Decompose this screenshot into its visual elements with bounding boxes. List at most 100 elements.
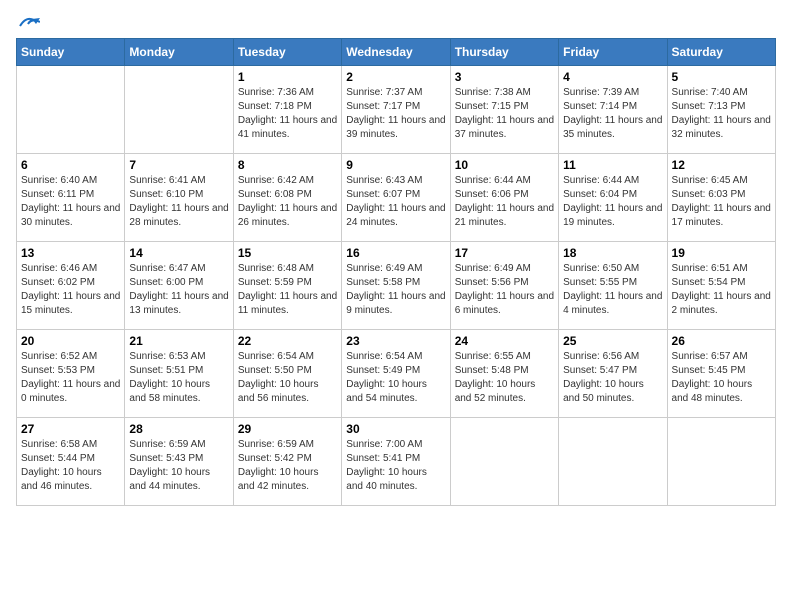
day-cell [450,418,558,506]
col-header-tuesday: Tuesday [233,39,341,66]
day-cell: 25 Sunrise: 6:56 AMSunset: 5:47 PMDayligh… [559,330,667,418]
day-cell: 9 Sunrise: 6:43 AMSunset: 6:07 PMDaylight… [342,154,450,242]
day-number: 8 [238,158,337,172]
day-cell: 6 Sunrise: 6:40 AMSunset: 6:11 PMDaylight… [17,154,125,242]
day-number: 16 [346,246,445,260]
day-cell: 3 Sunrise: 7:38 AMSunset: 7:15 PMDaylight… [450,66,558,154]
day-cell: 10Sunrise: 6:44 AMSunset: 6:06 PMDayligh… [450,154,558,242]
day-number: 30 [346,422,445,436]
day-cell: 7 Sunrise: 6:41 AMSunset: 6:10 PMDaylight… [125,154,233,242]
day-cell: 29 Sunrise: 6:59 AMSunset: 5:42 PMDayligh… [233,418,341,506]
day-info: Sunrise: 6:52 AMSunset: 5:53 PMDaylight:… [21,350,120,406]
day-number: 10 [455,158,554,172]
day-info: Sunrise: 6:51 AMSunset: 5:54 PMDaylight:… [672,262,771,318]
day-cell: 16 Sunrise: 6:49 AMSunset: 5:58 PMDayligh… [342,242,450,330]
day-cell: 22 Sunrise: 6:54 AMSunset: 5:50 PMDayligh… [233,330,341,418]
day-number: 19 [672,246,771,260]
day-cell: 19 Sunrise: 6:51 AMSunset: 5:54 PMDayligh… [667,242,775,330]
day-info: Sunrise: 6:59 AMSunset: 5:43 PMDaylight:… [129,438,228,494]
day-cell: 12Sunrise: 6:45 AMSunset: 6:03 PMDayligh… [667,154,775,242]
day-info: Sunrise: 6:42 AMSunset: 6:08 PMDaylight:… [238,174,337,230]
day-info: Sunrise: 6:49 AMSunset: 5:56 PMDaylight:… [455,262,554,318]
day-cell: 21 Sunrise: 6:53 AMSunset: 5:51 PMDayligh… [125,330,233,418]
day-info: Sunrise: 6:47 AMSunset: 6:00 PMDaylight:… [129,262,228,318]
day-info: Sunrise: 6:55 AMSunset: 5:48 PMDaylight:… [455,350,554,406]
col-header-friday: Friday [559,39,667,66]
day-info: Sunrise: 6:56 AMSunset: 5:47 PMDaylight:… [563,350,662,406]
day-number: 22 [238,334,337,348]
day-number: 26 [672,334,771,348]
day-info: Sunrise: 7:40 AMSunset: 7:13 PMDaylight:… [672,86,771,142]
day-cell: 30 Sunrise: 7:00 AMSunset: 5:41 PMDayligh… [342,418,450,506]
week-row-2: 6 Sunrise: 6:40 AMSunset: 6:11 PMDaylight… [17,154,776,242]
day-info: Sunrise: 6:54 AMSunset: 5:49 PMDaylight:… [346,350,445,406]
day-info: Sunrise: 7:00 AMSunset: 5:41 PMDaylight:… [346,438,445,494]
day-number: 11 [563,158,662,172]
day-cell: 18 Sunrise: 6:50 AMSunset: 5:55 PMDayligh… [559,242,667,330]
day-info: Sunrise: 6:59 AMSunset: 5:42 PMDaylight:… [238,438,337,494]
day-number: 20 [21,334,120,348]
day-number: 23 [346,334,445,348]
day-number: 6 [21,158,120,172]
day-info: Sunrise: 6:43 AMSunset: 6:07 PMDaylight:… [346,174,445,230]
day-cell: 13Sunrise: 6:46 AMSunset: 6:02 PMDayligh… [17,242,125,330]
col-header-saturday: Saturday [667,39,775,66]
day-cell [125,66,233,154]
col-header-monday: Monday [125,39,233,66]
day-cell: 11Sunrise: 6:44 AMSunset: 6:04 PMDayligh… [559,154,667,242]
day-cell [559,418,667,506]
day-cell: 5 Sunrise: 7:40 AMSunset: 7:13 PMDaylight… [667,66,775,154]
day-info: Sunrise: 6:49 AMSunset: 5:58 PMDaylight:… [346,262,445,318]
day-number: 24 [455,334,554,348]
day-cell: 20 Sunrise: 6:52 AMSunset: 5:53 PMDayligh… [17,330,125,418]
logo [16,16,40,30]
day-cell [17,66,125,154]
header-row: SundayMondayTuesdayWednesdayThursdayFrid… [17,39,776,66]
day-info: Sunrise: 6:41 AMSunset: 6:10 PMDaylight:… [129,174,228,230]
day-info: Sunrise: 7:38 AMSunset: 7:15 PMDaylight:… [455,86,554,142]
calendar-table: SundayMondayTuesdayWednesdayThursdayFrid… [16,38,776,506]
week-row-1: 1Sunrise: 7:36 AMSunset: 7:18 PMDaylight… [17,66,776,154]
day-number: 29 [238,422,337,436]
day-cell: 8 Sunrise: 6:42 AMSunset: 6:08 PMDaylight… [233,154,341,242]
week-row-4: 20 Sunrise: 6:52 AMSunset: 5:53 PMDayligh… [17,330,776,418]
day-number: 5 [672,70,771,84]
day-cell [667,418,775,506]
day-info: Sunrise: 6:48 AMSunset: 5:59 PMDaylight:… [238,262,337,318]
day-cell: 15 Sunrise: 6:48 AMSunset: 5:59 PMDayligh… [233,242,341,330]
day-number: 27 [21,422,120,436]
day-cell: 4Sunrise: 7:39 AMSunset: 7:14 PMDaylight… [559,66,667,154]
day-cell: 26Sunrise: 6:57 AMSunset: 5:45 PMDayligh… [667,330,775,418]
day-info: Sunrise: 6:53 AMSunset: 5:51 PMDaylight:… [129,350,228,406]
day-info: Sunrise: 7:37 AMSunset: 7:17 PMDaylight:… [346,86,445,142]
day-number: 7 [129,158,228,172]
day-cell: 1Sunrise: 7:36 AMSunset: 7:18 PMDaylight… [233,66,341,154]
col-header-thursday: Thursday [450,39,558,66]
day-number: 28 [129,422,228,436]
day-number: 15 [238,246,337,260]
day-number: 18 [563,246,662,260]
day-info: Sunrise: 6:54 AMSunset: 5:50 PMDaylight:… [238,350,337,406]
day-info: Sunrise: 6:50 AMSunset: 5:55 PMDaylight:… [563,262,662,318]
day-number: 12 [672,158,771,172]
day-number: 9 [346,158,445,172]
day-cell: 23 Sunrise: 6:54 AMSunset: 5:49 PMDayligh… [342,330,450,418]
day-number: 21 [129,334,228,348]
day-number: 2 [346,70,445,84]
day-info: Sunrise: 6:58 AMSunset: 5:44 PMDaylight:… [21,438,120,494]
day-number: 25 [563,334,662,348]
day-number: 1 [238,70,337,84]
logo-bird-icon [18,16,40,32]
day-info: Sunrise: 6:46 AMSunset: 6:02 PMDaylight:… [21,262,120,318]
day-cell: 2 Sunrise: 7:37 AMSunset: 7:17 PMDaylight… [342,66,450,154]
day-number: 14 [129,246,228,260]
day-number: 3 [455,70,554,84]
day-number: 4 [563,70,662,84]
day-info: Sunrise: 6:40 AMSunset: 6:11 PMDaylight:… [21,174,120,230]
day-cell: 28 Sunrise: 6:59 AMSunset: 5:43 PMDayligh… [125,418,233,506]
day-number: 17 [455,246,554,260]
day-cell: 24 Sunrise: 6:55 AMSunset: 5:48 PMDayligh… [450,330,558,418]
day-cell: 17 Sunrise: 6:49 AMSunset: 5:56 PMDayligh… [450,242,558,330]
week-row-5: 27 Sunrise: 6:58 AMSunset: 5:44 PMDayligh… [17,418,776,506]
day-cell: 27 Sunrise: 6:58 AMSunset: 5:44 PMDayligh… [17,418,125,506]
